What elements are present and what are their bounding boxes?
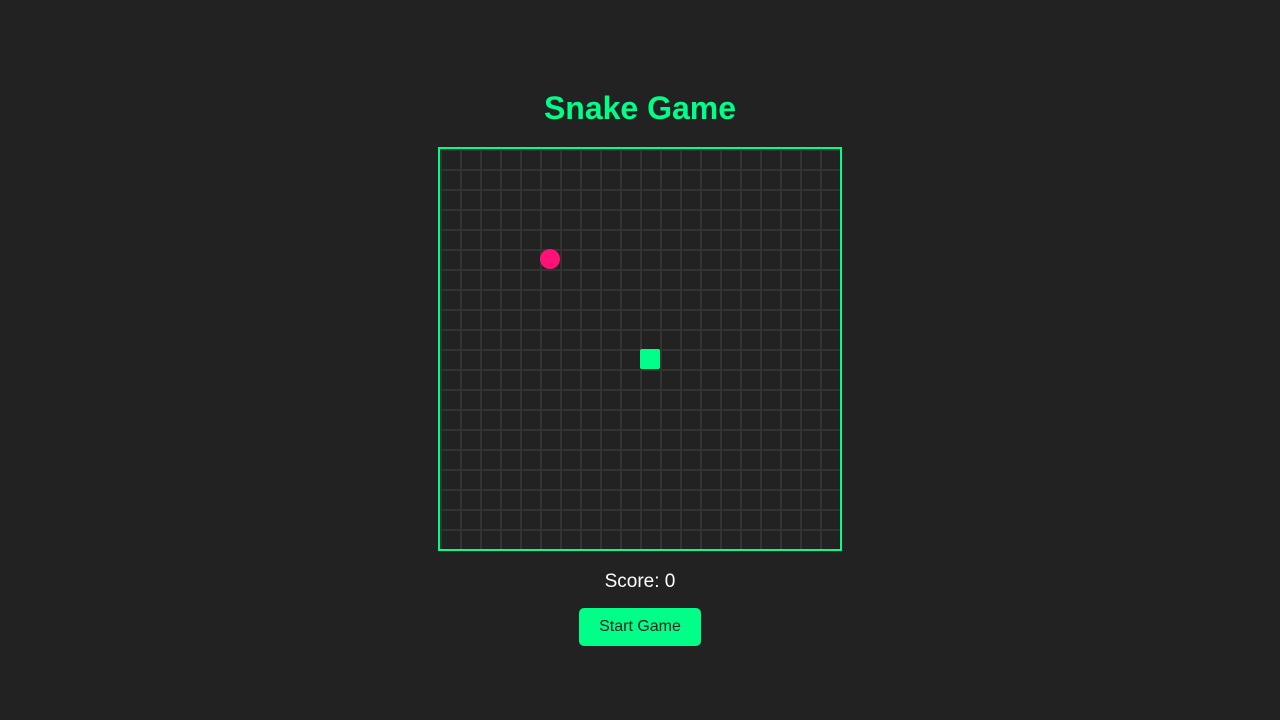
game-board[interactable]	[438, 147, 842, 551]
page-title: Snake Game	[543, 90, 737, 126]
game-page: Snake Game Score: 0 Start Game	[0, 0, 1280, 720]
food-item	[540, 249, 560, 269]
snake-head	[640, 349, 660, 369]
score-display: Score: 0	[604, 571, 676, 592]
start-game-button[interactable]: Start Game	[579, 608, 701, 646]
